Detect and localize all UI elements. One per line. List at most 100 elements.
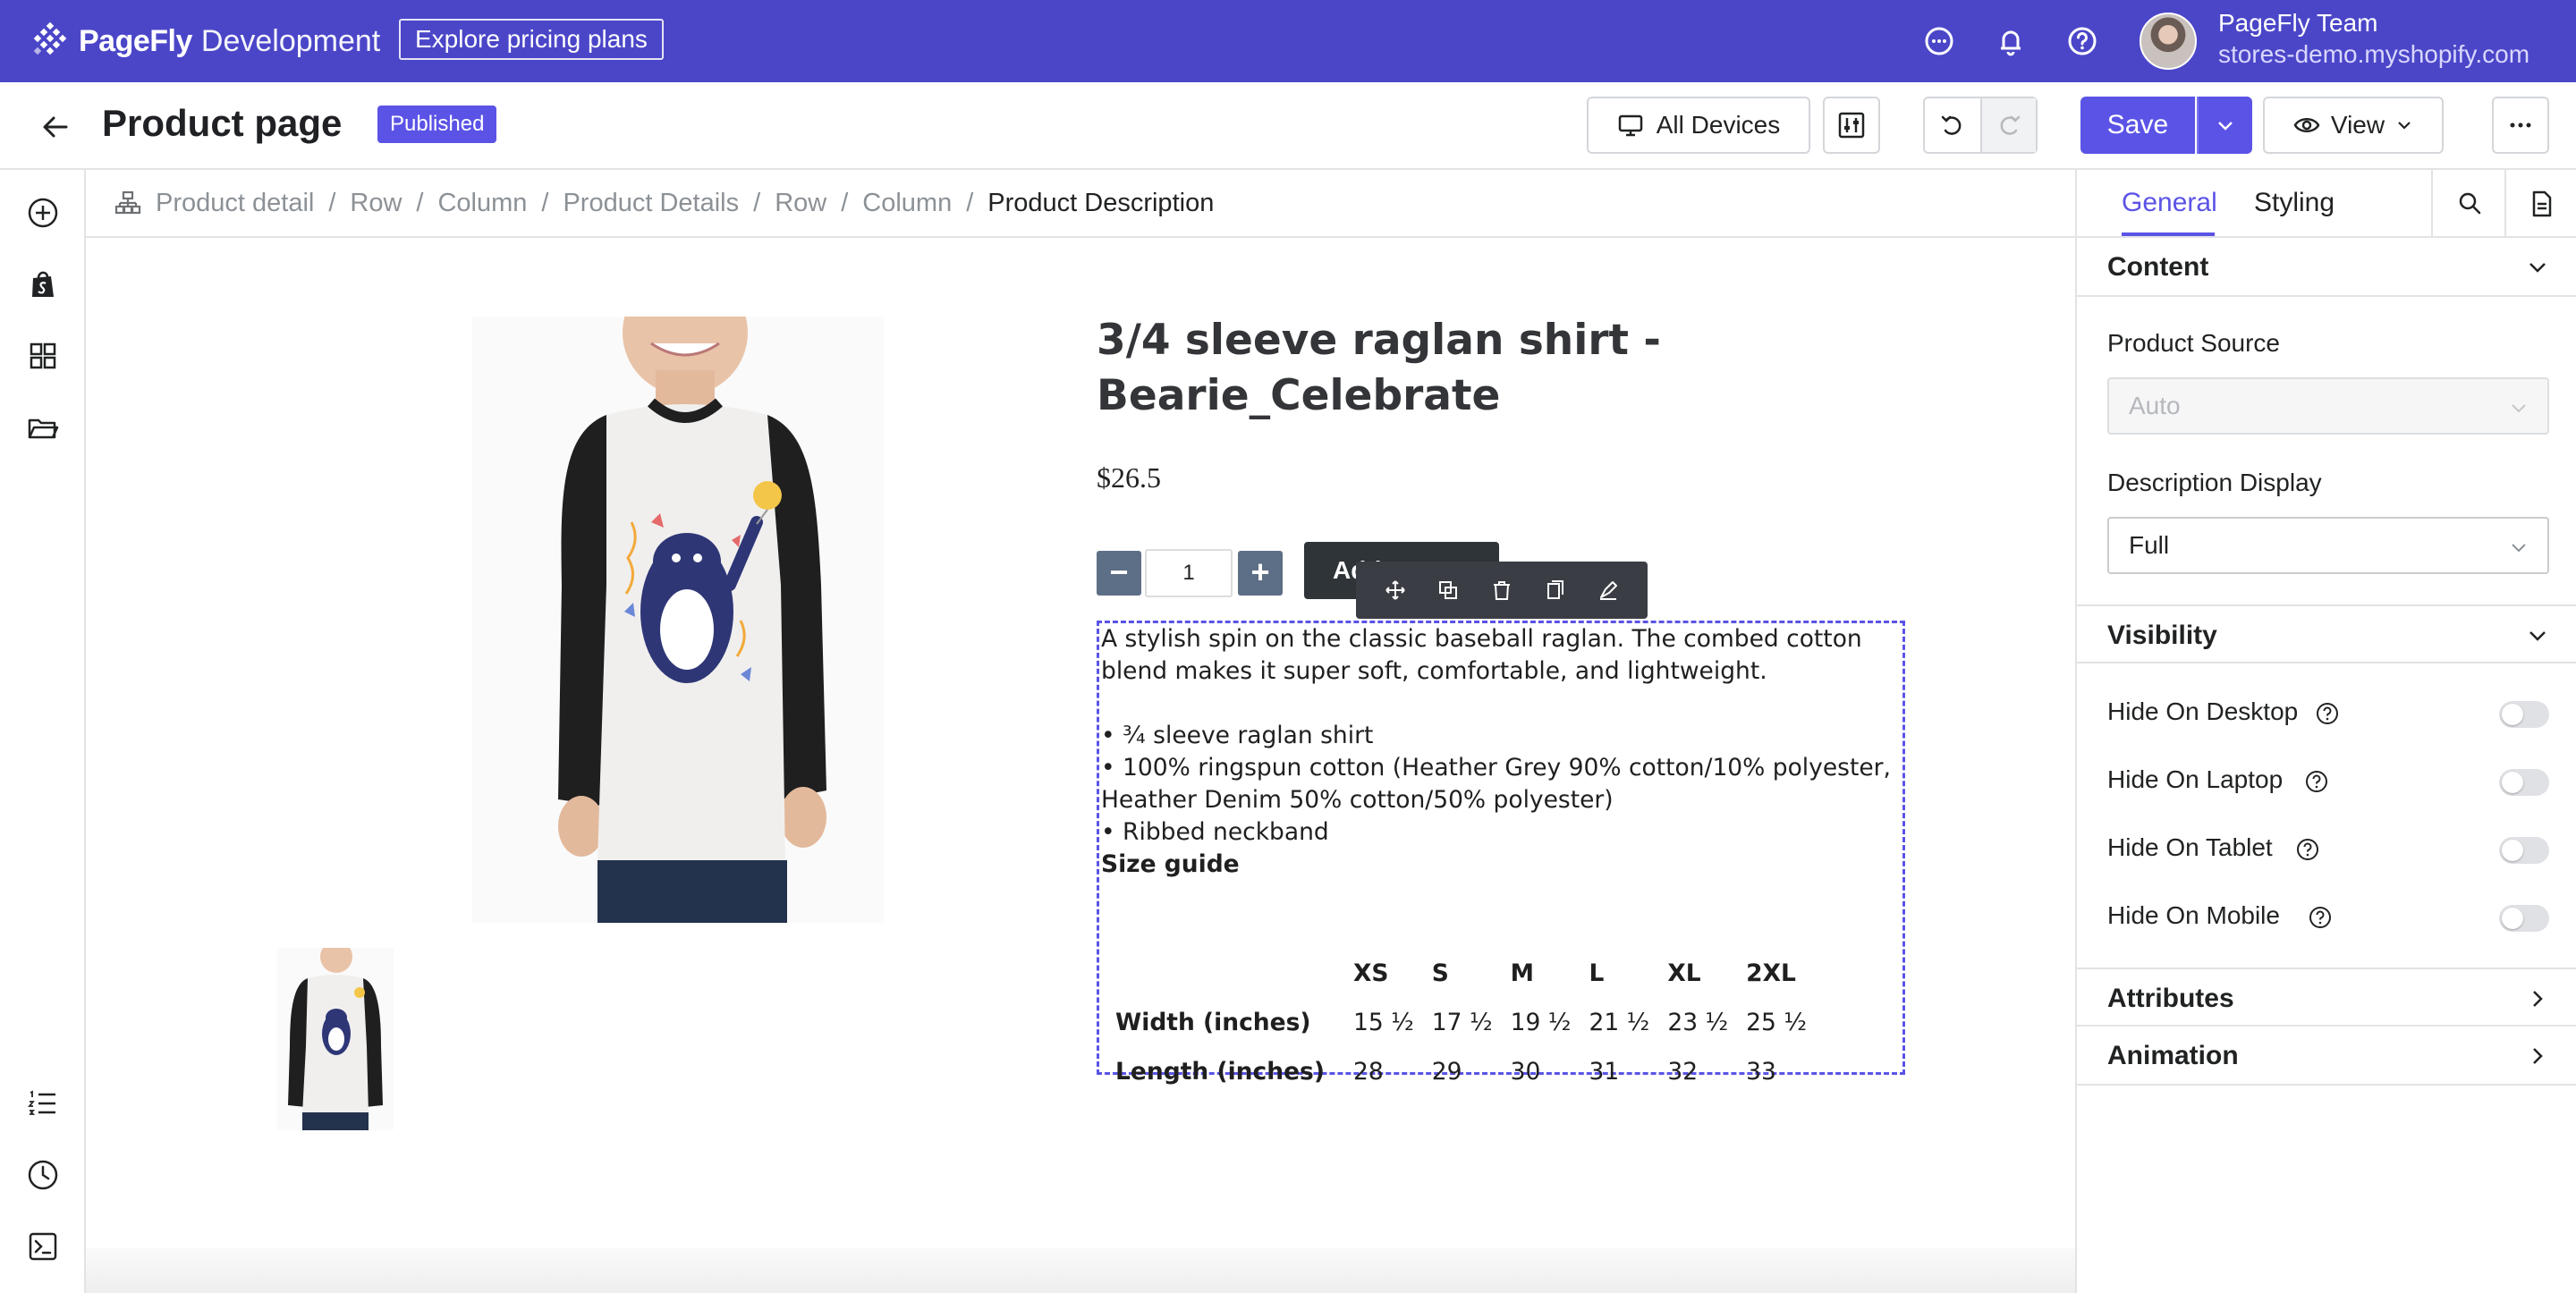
delete-icon[interactable] [1488,577,1515,604]
chevron-down-icon [2529,631,2546,641]
description-display-label: Description Display [2107,469,2322,496]
view-label: View [2330,111,2385,139]
help-icon[interactable] [2304,769,2329,794]
size-guide-table: XS S M L XL 2XL Width (inches) 15 ½ 17 ½… [1106,949,1816,1096]
section-content[interactable]: Content [2077,238,2576,297]
breadcrumb-separator: / [328,188,336,217]
size-guide-title: Size guide [1101,850,1240,878]
panel-tabs: General Styling [2077,170,2576,238]
user-name: PageFly Team [2218,9,2378,37]
brand-environment: Development [200,23,381,58]
sliders-icon [1838,112,1865,139]
duplicate-icon[interactable] [1435,577,1462,604]
product-description[interactable]: A stylish spin on the classic baseball r… [1097,621,1905,1086]
section-animation[interactable]: Animation [2077,1027,2576,1086]
chevron-down-icon [2512,544,2526,553]
copy-icon[interactable] [1542,577,1569,604]
element-toolbar [1356,562,1648,619]
help-icon[interactable] [2295,837,2320,862]
hide-on-mobile-toggle[interactable] [2499,905,2549,932]
all-devices-button[interactable]: All Devices [1587,97,1810,154]
product-source-label: Product Source [2107,329,2280,357]
breadcrumb-separator: / [841,188,849,217]
chat-icon[interactable] [1921,23,1957,59]
breadcrumb-item-column[interactable]: Column [862,189,952,218]
product-thumbnail[interactable] [277,948,394,1130]
breadcrumb-item-row[interactable]: Row [350,189,402,218]
section-attributes[interactable]: Attributes [2077,968,2576,1027]
toggle-label: Hide On Desktop [2107,697,2299,725]
hide-on-laptop-toggle[interactable] [2499,769,2549,796]
chevron-down-icon [2218,122,2233,131]
tab-general[interactable]: General [2122,188,2217,218]
table-cell: 32 [1667,1057,1699,1086]
product-title[interactable]: 3/4 sleeve raglan shirt - Bearie_Celebra… [1097,313,1723,424]
more-options-button[interactable] [2492,97,2549,154]
user-avatar[interactable] [2140,13,2197,70]
description-intro: A stylish spin on the classic baseball r… [1101,625,1862,685]
grid-icon[interactable] [25,338,61,374]
quantity-decrease-button[interactable]: − [1097,551,1141,596]
style-icon[interactable] [1595,577,1622,604]
explore-pricing-button[interactable]: Explore pricing plans [399,19,664,60]
search-icon[interactable] [2454,188,2487,220]
back-arrow-icon[interactable] [38,109,73,145]
document-icon[interactable] [2526,188,2558,220]
folder-icon[interactable] [25,410,61,445]
breadcrumb-separator: / [541,188,549,217]
list-icon[interactable] [25,1086,61,1121]
table-cell: 30 [1510,1057,1541,1086]
terminal-icon[interactable] [25,1229,61,1264]
hide-on-desktop-toggle[interactable] [2499,701,2549,728]
quantity-increase-button[interactable]: + [1238,551,1283,596]
undo-redo-group [1923,97,2038,154]
breadcrumb: Product detail / Row / Column / Product … [86,170,2075,238]
add-icon[interactable] [25,195,61,231]
breadcrumb-separator: / [966,188,974,217]
shopify-icon[interactable] [25,266,61,302]
redo-icon [2000,115,2021,135]
table-cell: 19 ½ [1510,1008,1572,1036]
settings-sliders-button[interactable] [1823,97,1880,154]
table-cell: 33 [1746,1057,1776,1086]
clock-icon[interactable] [25,1157,61,1193]
bell-icon[interactable] [1993,23,2029,59]
table-row-header: Width (inches) [1115,1008,1311,1036]
breadcrumb-item-row[interactable]: Row [775,189,826,218]
help-icon[interactable] [2064,23,2100,59]
move-icon[interactable] [1382,577,1409,604]
breadcrumb-item-product-details[interactable]: Product Details [563,189,739,218]
breadcrumb-separator: / [416,188,424,217]
tab-styling[interactable]: Styling [2254,188,2334,218]
table-row-header: Length (inches) [1115,1057,1325,1086]
table-cell: 15 ½ [1352,1008,1414,1036]
editor-canvas[interactable]: 3/4 sleeve raglan shirt - Bearie_Celebra… [86,240,2075,1293]
save-options-button[interactable] [2197,97,2252,154]
save-button[interactable]: Save [2080,97,2195,154]
help-icon[interactable] [2308,905,2333,930]
breadcrumb-item-product-detail[interactable]: Product detail [156,189,314,218]
undo-button[interactable] [1925,98,1980,152]
description-display-select[interactable]: Full [2107,517,2549,574]
hide-on-tablet-toggle[interactable] [2499,837,2549,864]
chevron-right-icon [2533,1048,2543,1064]
quantity-input[interactable]: 1 [1145,549,1233,597]
desktop-icon [1618,114,1642,137]
chevron-down-icon [2398,122,2411,130]
pagefly-logo[interactable]: PageFly Development [30,21,380,61]
view-button[interactable]: View [2263,97,2444,154]
editor-header: Product page Published All Devices Save … [0,82,2576,170]
eye-icon [2293,118,2320,132]
redo-button[interactable] [1980,98,2036,152]
hierarchy-icon [114,190,141,215]
table-cell: 31 [1589,1057,1620,1086]
breadcrumb-item-column[interactable]: Column [437,189,527,218]
section-visibility[interactable]: Visibility [2077,604,2576,663]
all-devices-label: All Devices [1656,111,1781,139]
product-price[interactable]: $26.5 [1097,461,1161,494]
tab-divider [2431,170,2433,238]
help-icon[interactable] [2315,701,2340,726]
product-source-value: Auto [2129,392,2181,419]
product-main-image[interactable] [472,317,884,923]
